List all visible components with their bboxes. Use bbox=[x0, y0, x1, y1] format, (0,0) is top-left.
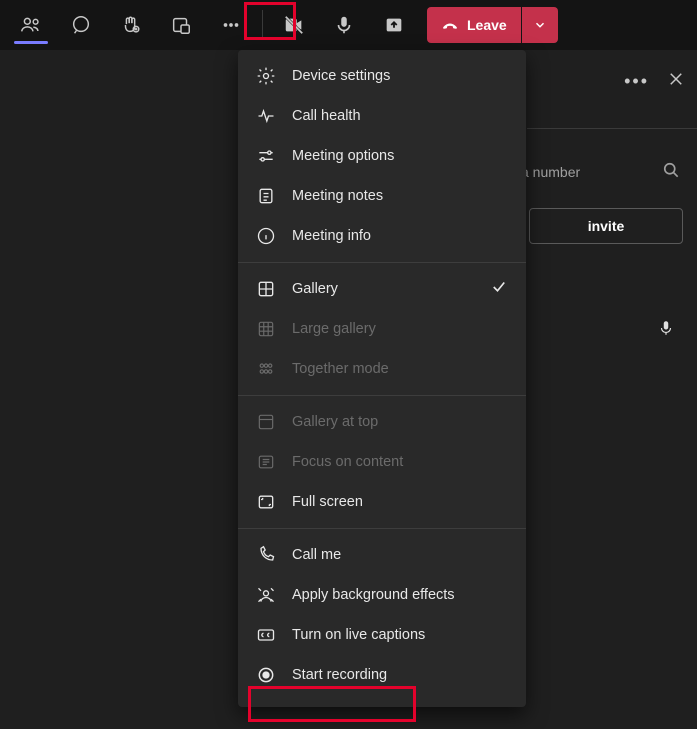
menu-item-label: Device settings bbox=[292, 68, 390, 84]
menu-item-meeting-info[interactable]: Meeting info bbox=[238, 216, 526, 256]
panel-divider bbox=[527, 128, 697, 129]
mic-icon bbox=[657, 318, 675, 338]
camera-off-icon bbox=[283, 14, 305, 36]
menu-section-2: Gallery Large gallery Together mode bbox=[238, 263, 526, 395]
participant-mic-indicator bbox=[657, 318, 675, 343]
panel-close-button[interactable] bbox=[667, 70, 685, 93]
focus-icon bbox=[256, 452, 276, 472]
menu-section-3: Gallery at top Focus on content Full scr… bbox=[238, 396, 526, 528]
menu-item-call-health[interactable]: Call health bbox=[238, 96, 526, 136]
together-icon bbox=[256, 359, 276, 379]
panel-more-button[interactable]: ••• bbox=[624, 71, 649, 92]
menu-item-label: Turn on live captions bbox=[292, 627, 425, 643]
menu-item-label: Meeting options bbox=[292, 148, 394, 164]
menu-item-label: Start recording bbox=[292, 667, 387, 683]
fullscreen-icon bbox=[256, 492, 276, 512]
phone-icon bbox=[256, 545, 276, 565]
chat-icon bbox=[70, 14, 92, 36]
leave-dropdown-button[interactable] bbox=[522, 7, 558, 43]
search-icon bbox=[661, 160, 681, 180]
more-actions-menu: Device settings Call health Meeting opti… bbox=[238, 50, 526, 707]
menu-item-start-recording[interactable]: Start recording bbox=[238, 655, 526, 695]
more-actions-button[interactable] bbox=[206, 0, 256, 50]
menu-item-meeting-options[interactable]: Meeting options bbox=[238, 136, 526, 176]
menu-item-label: Full screen bbox=[292, 494, 363, 510]
menu-item-label: Apply background effects bbox=[292, 587, 455, 603]
menu-item-label: Together mode bbox=[292, 361, 389, 377]
share-tray-icon bbox=[383, 14, 405, 36]
hangup-icon bbox=[441, 16, 459, 34]
info-icon bbox=[256, 226, 276, 246]
menu-item-call-me[interactable]: Call me bbox=[238, 535, 526, 575]
menu-item-label: Meeting notes bbox=[292, 188, 383, 204]
participant-search-row: a number bbox=[521, 160, 681, 183]
menu-item-label: Large gallery bbox=[292, 321, 376, 337]
chat-button[interactable] bbox=[56, 0, 106, 50]
reactions-button[interactable] bbox=[106, 0, 156, 50]
menu-item-gallery[interactable]: Gallery bbox=[238, 269, 526, 309]
menu-item-label: Meeting info bbox=[292, 228, 371, 244]
menu-item-turn-on-live-captions[interactable]: Turn on live captions bbox=[238, 615, 526, 655]
share-invite-label: invite bbox=[588, 218, 625, 234]
menu-item-gallery-at-top: Gallery at top bbox=[238, 402, 526, 442]
leave-button[interactable]: Leave bbox=[427, 7, 521, 43]
menu-section-1: Device settings Call health Meeting opti… bbox=[238, 50, 526, 262]
menu-item-together-mode: Together mode bbox=[238, 349, 526, 389]
camera-button[interactable] bbox=[269, 0, 319, 50]
record-icon bbox=[256, 665, 276, 685]
menu-item-device-settings[interactable]: Device settings bbox=[238, 56, 526, 96]
leave-label: Leave bbox=[467, 17, 507, 33]
menu-item-apply-background-effects[interactable]: Apply background effects bbox=[238, 575, 526, 615]
notes-icon bbox=[256, 186, 276, 206]
pulse-icon bbox=[256, 106, 276, 126]
menu-item-label: Gallery bbox=[292, 281, 338, 297]
menu-item-focus-on-content: Focus on content bbox=[238, 442, 526, 482]
mic-button[interactable] bbox=[319, 0, 369, 50]
grid-2x2-icon bbox=[256, 279, 276, 299]
menu-item-label: Focus on content bbox=[292, 454, 403, 470]
check-icon bbox=[490, 278, 508, 300]
background-effects-icon bbox=[256, 585, 276, 605]
grid-3x3-icon bbox=[256, 319, 276, 339]
search-button[interactable] bbox=[661, 160, 681, 183]
meeting-toolbar: Leave bbox=[0, 0, 697, 50]
people-icon bbox=[20, 14, 42, 36]
mic-icon bbox=[333, 14, 355, 36]
chevron-down-icon bbox=[533, 18, 547, 32]
leave-button-group: Leave bbox=[427, 7, 558, 43]
menu-item-label: Call health bbox=[292, 108, 361, 124]
close-icon bbox=[667, 70, 685, 88]
share-invite-button[interactable]: invite bbox=[529, 208, 683, 244]
captions-icon bbox=[256, 625, 276, 645]
breakout-rooms-icon bbox=[170, 14, 192, 36]
menu-item-large-gallery: Large gallery bbox=[238, 309, 526, 349]
active-tab-underline bbox=[14, 41, 48, 44]
rooms-button[interactable] bbox=[156, 0, 206, 50]
menu-item-meeting-notes[interactable]: Meeting notes bbox=[238, 176, 526, 216]
gallery-top-icon bbox=[256, 412, 276, 432]
ellipsis-icon bbox=[220, 14, 242, 36]
sliders-icon bbox=[256, 146, 276, 166]
menu-section-4: Call me Apply background effects Turn on… bbox=[238, 529, 526, 701]
raise-hand-icon bbox=[120, 14, 142, 36]
share-button[interactable] bbox=[369, 0, 419, 50]
search-placeholder-text: a number bbox=[521, 164, 580, 180]
side-panel-header: ••• bbox=[525, 70, 685, 93]
participants-button[interactable] bbox=[6, 0, 56, 50]
toolbar-divider bbox=[262, 10, 263, 40]
menu-item-label: Gallery at top bbox=[292, 414, 378, 430]
menu-item-full-screen[interactable]: Full screen bbox=[238, 482, 526, 522]
menu-item-label: Call me bbox=[292, 547, 341, 563]
gear-icon bbox=[256, 66, 276, 86]
